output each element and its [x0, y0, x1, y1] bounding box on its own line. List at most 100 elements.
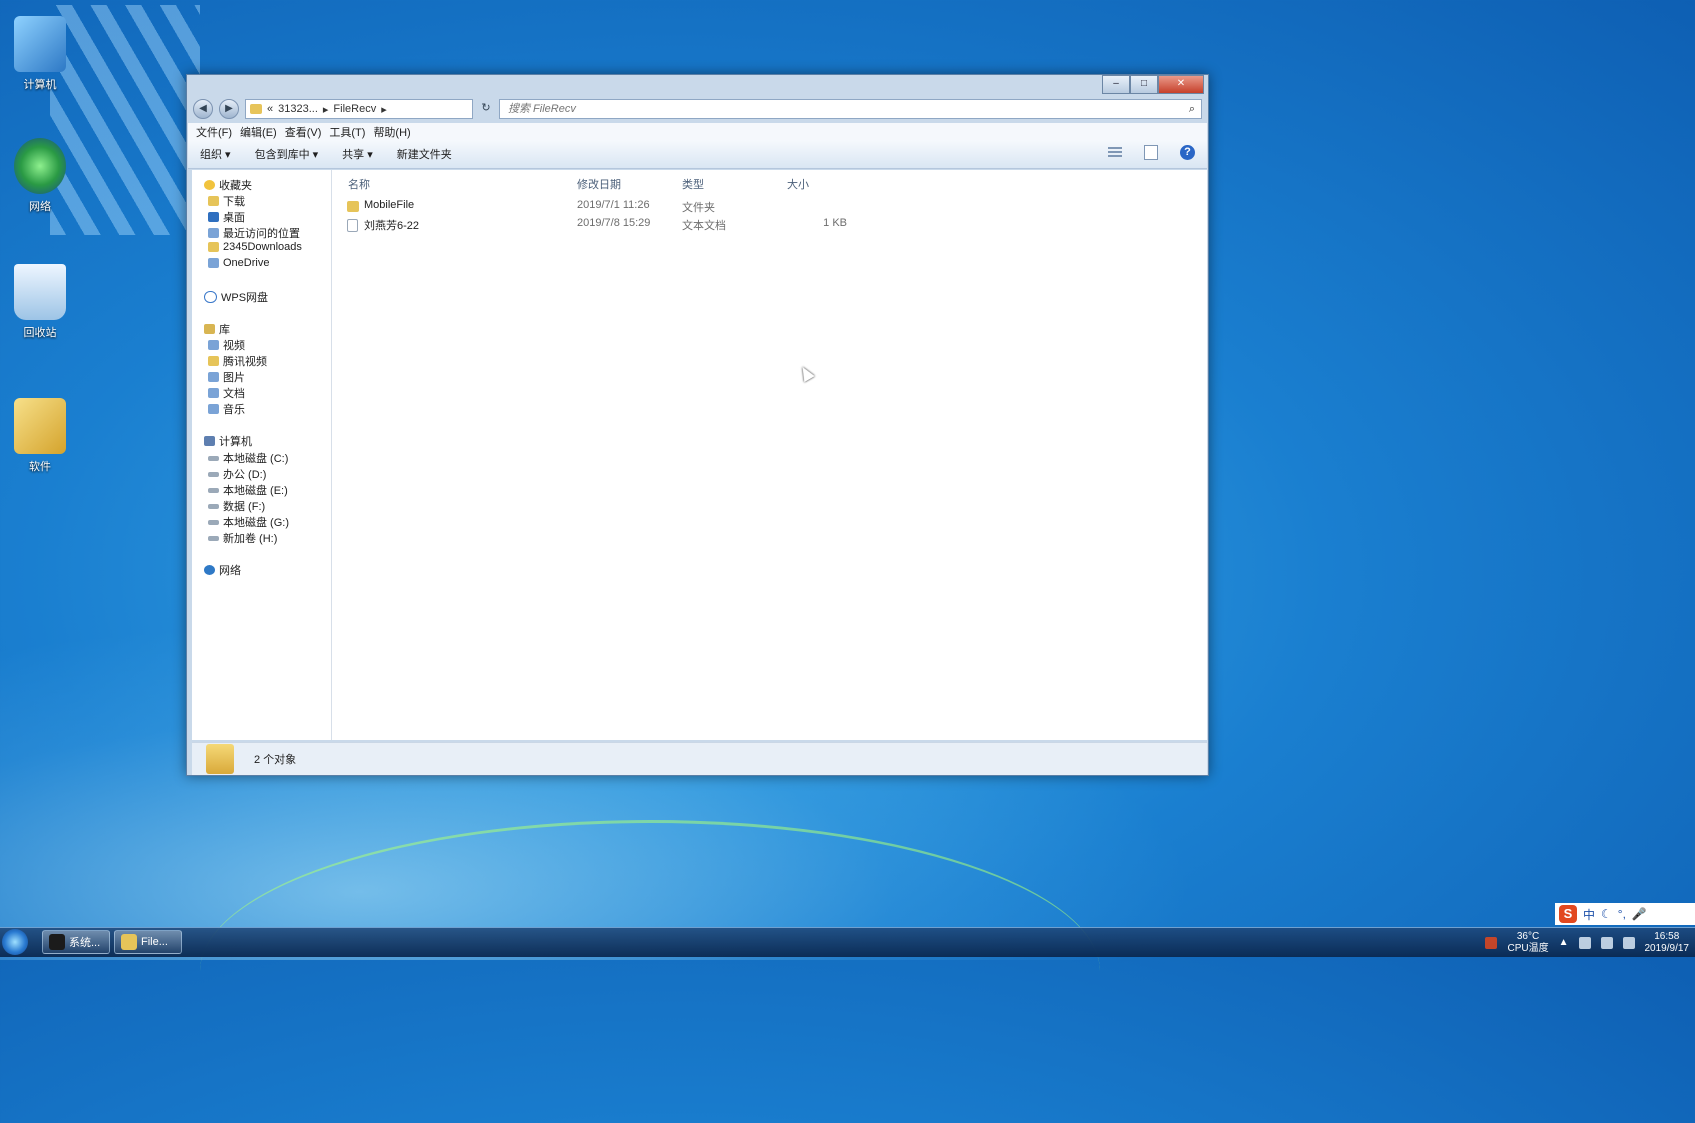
drive-icon [208, 535, 219, 541]
maximize-button[interactable]: □ [1130, 75, 1158, 94]
column-header-name[interactable]: 名称 [348, 176, 370, 192]
nav-drive-d[interactable]: 办公 (D:) [208, 466, 266, 482]
navigation-pane: 收藏夹 下载 桌面 最近访问的位置 2345Downloads OneDrive… [192, 170, 332, 740]
taskbar-button-explorer[interactable]: File... [114, 930, 182, 954]
nav-item-2345downloads[interactable]: 2345Downloads [208, 241, 302, 253]
menu-edit[interactable]: 编辑(E) [240, 124, 277, 140]
nav-item-pictures[interactable]: 图片 [208, 369, 245, 385]
folder-icon [208, 356, 219, 366]
column-header-modified[interactable]: 修改日期 [577, 176, 621, 192]
nav-computer[interactable]: 计算机 [204, 433, 252, 449]
system-tray: 36°C CPU温度 ▲ 16:58 2019/9/17 [1485, 928, 1689, 957]
nav-item-videos[interactable]: 视频 [208, 337, 245, 353]
explorer-window: – □ ✕ ◀ ▶ « 31323... ▸ FileRecv ▸ ↻ ⌕ 文件… [186, 74, 1209, 776]
document-library-icon [208, 388, 219, 398]
nav-drive-h[interactable]: 新加卷 (H:) [208, 530, 277, 546]
file-modified: 2019/7/1 11:26 [577, 199, 650, 211]
clock[interactable]: 16:58 2019/9/17 [1645, 931, 1690, 955]
desktop-icon-label: 软件 [29, 461, 51, 473]
nav-item-documents[interactable]: 文档 [208, 385, 245, 401]
file-row-mobilefile[interactable]: MobileFile 2019/7/1 11:26 文件夹 [347, 199, 867, 216]
sogou-tray-icon[interactable] [1485, 936, 1498, 949]
preview-pane-icon[interactable] [1144, 145, 1158, 160]
taskbar-button-system[interactable]: 系统... [42, 930, 110, 954]
breadcrumb-separator: ▸ [322, 103, 329, 116]
nav-item-music[interactable]: 音乐 [208, 401, 245, 417]
new-folder-button[interactable]: 新建文件夹 [397, 146, 452, 162]
nav-drive-f[interactable]: 数据 (F:) [208, 498, 265, 514]
refresh-icon[interactable]: ↻ [479, 99, 493, 117]
nav-favorites[interactable]: 收藏夹 [204, 177, 252, 193]
sogou-logo-icon[interactable]: S [1559, 905, 1577, 923]
nav-drive-e[interactable]: 本地磁盘 (E:) [208, 482, 288, 498]
file-row-text-document[interactable]: 刘燕芳6-22 2019/7/8 15:29 文本文档 1 KB [347, 217, 867, 234]
menu-file[interactable]: 文件(F) [196, 124, 232, 140]
nav-wps-drive[interactable]: WPS网盘 [204, 289, 268, 305]
desktop-icon-network[interactable]: 网络 [2, 138, 78, 214]
menu-help[interactable]: 帮助(H) [373, 124, 410, 140]
file-size: 1 KB [823, 217, 847, 229]
computer-icon [204, 436, 215, 446]
folder-icon [347, 201, 359, 212]
desktop-icon-software[interactable]: 软件 [2, 398, 78, 474]
share-button[interactable]: 共享 ▾ [342, 146, 373, 162]
nav-item-downloads[interactable]: 下载 [208, 193, 245, 209]
file-type: 文本文档 [682, 220, 726, 232]
nav-libraries[interactable]: 库 [204, 321, 230, 337]
minimize-button[interactable]: – [1102, 75, 1130, 94]
folder-icon [14, 398, 66, 454]
cpu-temperature[interactable]: 36°C CPU温度 [1507, 931, 1548, 955]
menu-tools[interactable]: 工具(T) [329, 124, 365, 140]
address-bar[interactable]: « 31323... ▸ FileRecv ▸ [245, 99, 473, 119]
close-button[interactable]: ✕ [1158, 75, 1204, 94]
file-modified: 2019/7/8 15:29 [577, 217, 651, 229]
nav-item-onedrive[interactable]: OneDrive [208, 257, 269, 269]
nav-item-recent[interactable]: 最近访问的位置 [208, 225, 300, 241]
nav-label: 本地磁盘 (E:) [223, 485, 288, 497]
network-tray-icon[interactable] [1600, 936, 1613, 949]
qq-tray-icon[interactable] [1578, 936, 1591, 949]
nav-label: WPS网盘 [221, 292, 269, 304]
show-hidden-icons-arrow-icon[interactable]: ▲ [1559, 937, 1569, 948]
drive-icon [208, 519, 219, 525]
breadcrumb-31323[interactable]: 31323... [278, 103, 318, 115]
back-button[interactable]: ◀ [193, 99, 213, 119]
cpu-temp-label: CPU温度 [1507, 942, 1549, 954]
include-in-library-button[interactable]: 包含到库中 ▾ [255, 146, 319, 162]
search-box[interactable]: ⌕ [499, 99, 1202, 119]
column-header-size[interactable]: 大小 [787, 176, 809, 192]
folder-icon [206, 744, 234, 774]
ime-mode[interactable]: 中 [1583, 906, 1595, 923]
library-icon [204, 324, 215, 334]
moon-icon[interactable]: ☾ [1601, 907, 1612, 921]
organize-button[interactable]: 组织 ▾ [200, 146, 231, 162]
breadcrumb-filerecv[interactable]: FileRecv [333, 103, 376, 115]
desktop-icon-recycle-bin[interactable]: 回收站 [2, 264, 78, 340]
nav-label: 办公 (D:) [223, 469, 267, 481]
cloud-icon [204, 291, 217, 303]
nav-label: 图片 [223, 372, 245, 384]
microphone-icon[interactable]: 🎤 [1632, 907, 1647, 921]
nav-item-tencent-video[interactable]: 腾讯视频 [208, 353, 267, 369]
nav-label: 视频 [223, 340, 245, 352]
details-pane: 2 个对象 [192, 742, 1207, 775]
help-icon[interactable]: ? [1180, 145, 1195, 160]
taskbar: 系统... File... 36°C CPU温度 ▲ 16:58 2019/9/… [0, 927, 1695, 957]
views-icon[interactable] [1108, 146, 1122, 159]
search-icon[interactable]: ⌕ [1189, 103, 1195, 116]
file-type: 文件夹 [682, 202, 715, 214]
nav-item-desktop[interactable]: 桌面 [208, 209, 245, 225]
nav-network[interactable]: 网络 [204, 562, 241, 578]
desktop-icon-computer[interactable]: 计算机 [2, 16, 78, 92]
forward-button[interactable]: ▶ [219, 99, 239, 119]
desktop-icon-label: 计算机 [23, 79, 57, 91]
volume-icon[interactable] [1622, 936, 1635, 949]
nav-drive-g[interactable]: 本地磁盘 (G:) [208, 514, 289, 530]
nav-drive-c[interactable]: 本地磁盘 (C:) [208, 450, 288, 466]
taskbar-button-label: File... [141, 936, 168, 948]
start-button[interactable] [2, 929, 28, 955]
column-header-type[interactable]: 类型 [682, 176, 704, 192]
search-input[interactable] [506, 102, 1131, 116]
menu-view[interactable]: 查看(V) [285, 124, 322, 140]
punctuation-icon[interactable]: °, [1618, 907, 1626, 921]
